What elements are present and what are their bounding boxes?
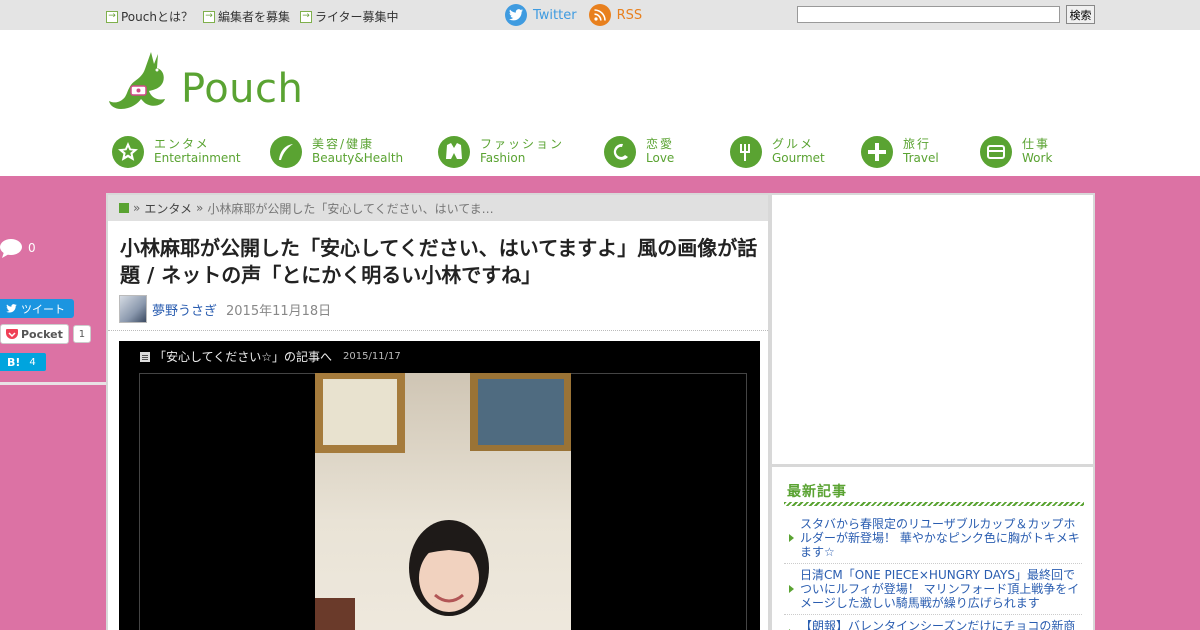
- shirt-icon: [438, 136, 470, 168]
- nav-fashion[interactable]: ファッション Fashion: [438, 136, 604, 168]
- photo-image: [315, 373, 571, 630]
- pocket-icon: [6, 328, 18, 339]
- nav-travel[interactable]: 旅行 Travel: [861, 136, 980, 168]
- nav-travel-en: Travel: [903, 151, 939, 165]
- rss-icon: [588, 4, 611, 26]
- author-avatar[interactable]: [119, 295, 147, 323]
- site-header: Pouch エンタメ Entertainment 美容/健康 Beauty&He…: [0, 30, 1200, 176]
- hatena-count: 4: [29, 356, 36, 368]
- pocket-button[interactable]: Pocket 1: [0, 324, 91, 344]
- comment-bubble-icon: [0, 239, 22, 258]
- share-divider: [0, 382, 110, 385]
- top-links: → Pouchとは？ → 編集者を募集 → ライター募集中: [106, 8, 399, 25]
- card-icon: [980, 136, 1012, 168]
- list-item[interactable]: 【朗報】バレンタインシーズンだけにチョコの新商品が…: [784, 615, 1082, 630]
- comment-count-value: 0: [28, 241, 36, 255]
- nav-love-jp: 恋愛: [646, 137, 675, 152]
- twitter-label: Twitter: [533, 7, 577, 23]
- arrow-icon: →: [106, 10, 118, 23]
- article: » エンタメ » 小林麻耶が公開した「安心してください、はいてま… 小林麻耶が公…: [106, 193, 770, 630]
- list-item[interactable]: 日清CM「ONE PIECE×HUNGRY DAYS」最終回でついにルフィが登場…: [784, 564, 1082, 615]
- photo-caption-date: 2015/11/17: [343, 351, 401, 362]
- nav-beauty-jp: 美容/健康: [312, 137, 375, 152]
- nav-work[interactable]: 仕事 Work: [980, 136, 1090, 168]
- nav-gourmet-jp: グルメ: [772, 137, 815, 152]
- photo-caption: 「安心してください☆」の記事へ 2015/11/17: [139, 348, 401, 365]
- twitter-bird-icon: [505, 4, 527, 26]
- nav-beauty-health[interactable]: 美容/健康 Beauty&Health: [270, 136, 438, 168]
- editor-recruit-label: 編集者を募集: [217, 10, 290, 24]
- list-item[interactable]: スタバから春限定のリユーザブルカップ＆カップホルダーが新登場！ 華やかなピンク色…: [784, 513, 1082, 564]
- breadcrumb-current: 小林麻耶が公開した「安心してください、はいてま…: [207, 201, 494, 216]
- publish-date: 2015年11月18日: [226, 303, 332, 319]
- breadcrumb: » エンタメ » 小林麻耶が公開した「安心してください、はいてま…: [108, 195, 768, 221]
- breadcrumb-category[interactable]: エンタメ: [144, 200, 192, 217]
- hatena-label: B!: [7, 355, 21, 369]
- nav-travel-jp: 旅行: [903, 137, 932, 152]
- nav-gourmet[interactable]: グルメ Gourmet: [730, 136, 861, 168]
- nav-fashion-en: Fashion: [480, 151, 526, 165]
- tweet-button[interactable]: ツイート: [0, 299, 74, 318]
- site-logo[interactable]: Pouch: [105, 50, 303, 120]
- breadcrumb-separator: »: [133, 201, 141, 215]
- comment-count[interactable]: 0: [0, 238, 36, 258]
- nav-gourmet-en: Gourmet: [772, 151, 825, 165]
- latest-news-list: スタバから春限定のリユーザブルカップ＆カップホルダーが新登場！ 華やかなピンク色…: [784, 513, 1082, 630]
- ad-area: [772, 195, 1093, 467]
- author-name[interactable]: 夢野うさぎ: [152, 300, 217, 319]
- cross-icon: [861, 136, 893, 168]
- arrow-icon: →: [299, 10, 312, 23]
- nav-entertainment-jp: エンタメ: [154, 137, 210, 152]
- document-icon: [140, 351, 150, 362]
- feather-icon: [270, 136, 302, 168]
- latest-news-heading: 最新記事: [784, 481, 1084, 506]
- top-bar: → Pouchとは？ → 編集者を募集 → ライター募集中 Twitter RS…: [0, 0, 1200, 30]
- author-row: 夢野うさぎ 2015年11月18日: [119, 295, 331, 323]
- arrow-icon: →: [202, 10, 215, 23]
- nav-work-jp: 仕事: [1022, 137, 1051, 152]
- pocket-label: Pocket: [21, 327, 63, 341]
- breadcrumb-separator: »: [195, 201, 204, 215]
- nav-fashion-jp: ファッション: [480, 137, 565, 152]
- twitter-bird-icon: [6, 304, 17, 313]
- about-link[interactable]: → Pouchとは？: [106, 8, 193, 25]
- search-input[interactable]: [797, 6, 1060, 23]
- photo-caption-text: 「安心してください☆」の記事へ: [154, 350, 333, 364]
- hatena-bookmark-button[interactable]: B! 4: [0, 353, 46, 371]
- writer-recruit-label: ライター募集中: [314, 10, 399, 24]
- writer-recruit-link[interactable]: → ライター募集中: [299, 8, 399, 25]
- fork-icon: [730, 136, 762, 168]
- nav-work-en: Work: [1022, 151, 1053, 165]
- article-photo: 「安心してください☆」の記事へ 2015/11/17: [119, 341, 760, 630]
- nav-love[interactable]: 恋愛 Love: [604, 136, 730, 168]
- nav-beauty-en: Beauty&Health: [312, 151, 404, 165]
- rss-label: RSS: [616, 7, 643, 23]
- nav-love-en: Love: [646, 151, 675, 165]
- twitter-link[interactable]: Twitter: [505, 4, 577, 26]
- nav-entertainment[interactable]: エンタメ Entertainment: [112, 136, 270, 168]
- editor-recruit-link[interactable]: → 編集者を募集: [202, 8, 290, 25]
- category-nav: エンタメ Entertainment 美容/健康 Beauty&Health フ…: [112, 136, 1090, 168]
- about-link-label: Pouchとは？: [121, 10, 193, 24]
- portrait-illustration: [315, 373, 571, 630]
- social-links: Twitter RSS: [505, 4, 642, 26]
- divider: [108, 330, 768, 331]
- search-button[interactable]: 検索: [1066, 5, 1095, 24]
- star-icon: [112, 136, 144, 168]
- logo-text: Pouch: [181, 66, 304, 112]
- rss-link[interactable]: RSS: [588, 4, 643, 26]
- tweet-label: ツイート: [21, 302, 65, 316]
- pocket-count: 1: [72, 325, 91, 343]
- kangaroo-logo-icon: [109, 52, 165, 109]
- right-sidebar: 最新記事 スタバから春限定のリユーザブルカップ＆カップホルダーが新登場！ 華やか…: [770, 193, 1095, 630]
- nav-entertainment-en: Entertainment: [154, 151, 241, 165]
- article-title: 小林麻耶が公開した「安心してください、はいてますよ」風の画像が話題 / ネットの…: [120, 236, 758, 287]
- heart-icon: [604, 136, 636, 168]
- home-icon[interactable]: [119, 203, 129, 213]
